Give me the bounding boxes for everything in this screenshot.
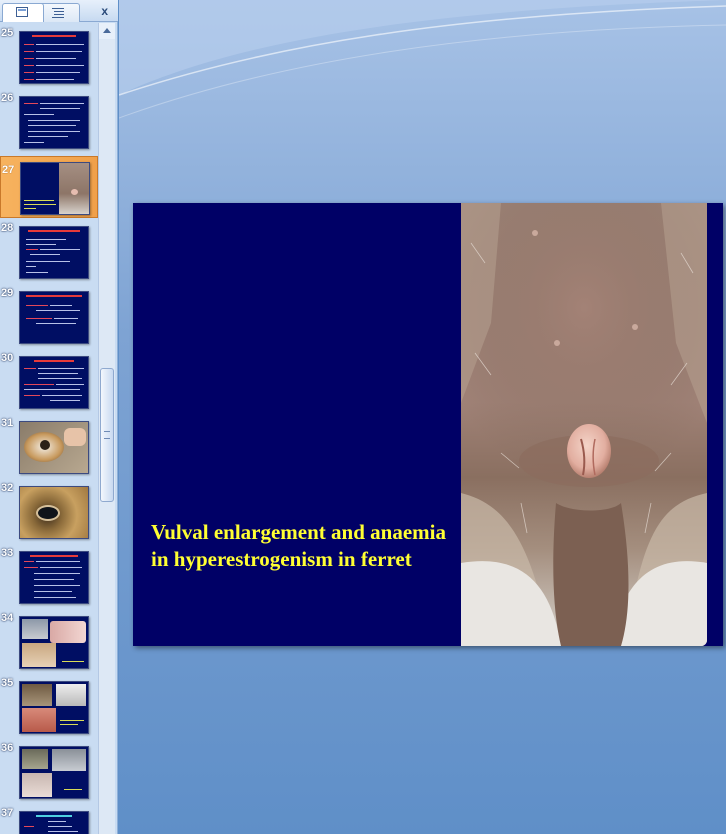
slide-preview (19, 31, 89, 84)
thumbnail-scrollbar[interactable] (98, 23, 115, 834)
slide-title[interactable]: Vulval enlargement and anaemia in hypere… (151, 519, 451, 573)
slide-thumbnail-28[interactable]: 28 (0, 222, 98, 282)
slide-preview (19, 746, 89, 799)
slide-thumbnail-30[interactable]: 30 (0, 352, 98, 412)
slide-number: 34 (1, 612, 14, 624)
slide-thumbnail-27[interactable]: 27 (0, 156, 98, 218)
pane-tab-strip: x (0, 0, 118, 22)
slide-thumbnail-26[interactable]: 26 (0, 92, 98, 152)
close-pane-button[interactable]: x (101, 3, 108, 19)
current-slide[interactable]: Vulval enlargement and anaemia in hypere… (133, 203, 723, 646)
slide-thumbnail-31[interactable]: 31 (0, 417, 98, 477)
slide-thumbnail-25[interactable]: 25 (0, 27, 98, 87)
slides-pane: x 25 26 27 28 29 30 31 32 33 34 35 36 37 (0, 0, 118, 834)
slide-number: 29 (1, 287, 14, 299)
slide-preview (20, 162, 90, 215)
slide-thumbnail-35[interactable]: 35 (0, 677, 98, 737)
slide-thumbnail-33[interactable]: 33 (0, 547, 98, 607)
slide-thumbnail-34[interactable]: 34 (0, 612, 98, 672)
background-swoosh (119, 0, 726, 119)
slide-number: 35 (1, 677, 14, 689)
slide-preview (19, 616, 89, 669)
slide-number: 37 (1, 807, 14, 819)
slide-preview (19, 486, 89, 539)
slide-number: 27 (2, 164, 15, 176)
slide-preview (19, 551, 89, 604)
slide-preview (19, 226, 89, 279)
slide-preview (19, 681, 89, 734)
tab-slides[interactable] (2, 3, 44, 22)
photo-image (461, 203, 707, 646)
scroll-up-arrow-icon[interactable] (99, 23, 115, 39)
slide-number: 28 (1, 222, 14, 234)
slide-preview (19, 96, 89, 149)
slide-number: 32 (1, 482, 14, 494)
outline-tab-icon (52, 8, 64, 18)
slide-preview (19, 356, 89, 409)
slide-preview (19, 421, 89, 474)
slide-number: 30 (1, 352, 14, 364)
slide-editing-area: Vulval enlargement and anaemia in hypere… (119, 0, 726, 834)
slide-thumbnail-32[interactable]: 32 (0, 482, 98, 542)
ferret-vulva-photo[interactable] (461, 203, 707, 646)
slide-number: 26 (1, 92, 14, 104)
slide-number: 31 (1, 417, 14, 429)
scrollbar-thumb[interactable] (100, 368, 114, 502)
slide-number: 25 (1, 27, 14, 39)
slide-number: 33 (1, 547, 14, 559)
slide-thumbnail-37[interactable]: 37 (0, 807, 98, 834)
slide-number: 36 (1, 742, 14, 754)
tab-outline[interactable] (38, 3, 80, 22)
slide-thumbnail-list: 25 26 27 28 29 30 31 32 33 34 35 36 37 (0, 23, 98, 834)
slide-preview (19, 291, 89, 344)
slides-tab-icon (16, 7, 28, 17)
slide-thumbnail-36[interactable]: 36 (0, 742, 98, 802)
slide-thumbnail-29[interactable]: 29 (0, 287, 98, 347)
slide-preview (19, 811, 89, 834)
